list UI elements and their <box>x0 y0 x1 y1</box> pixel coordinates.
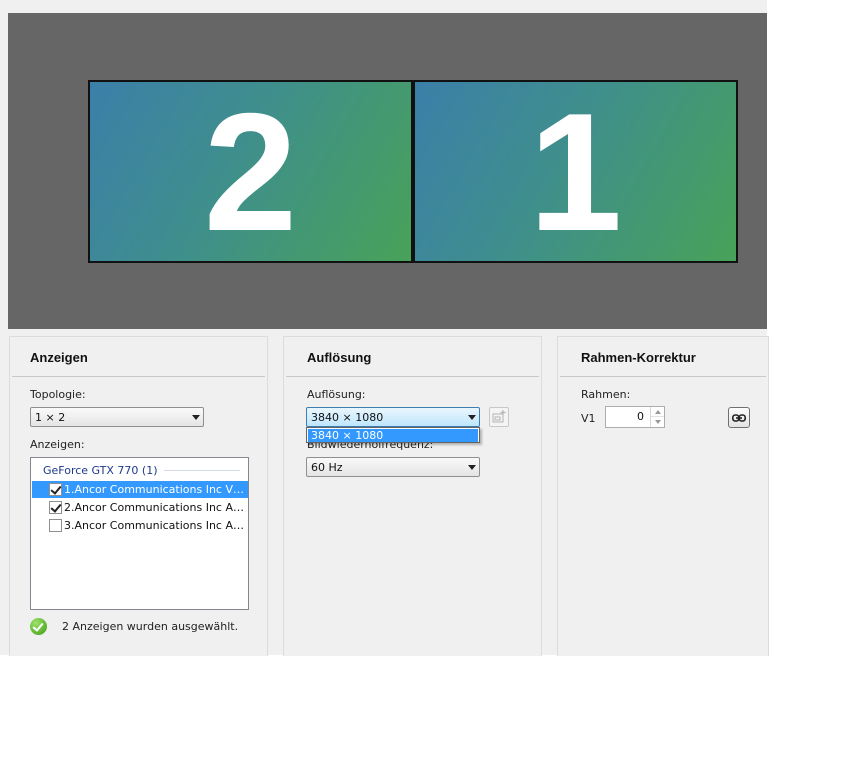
v1-label: V1 <box>581 412 596 425</box>
gpu-group-header: GeForce GTX 770 (1) <box>43 463 240 477</box>
link-bezels-button[interactable] <box>728 407 750 428</box>
gpu-name: GeForce GTX 770 (1) <box>43 463 158 477</box>
v1-bezel-stepper[interactable]: 0 <box>605 406 665 428</box>
anzeigen-panel: Anzeigen Topologie: 1 × 2 Anzeigen: GeFo… <box>9 336 268 656</box>
divider <box>560 376 766 377</box>
resolution-dropdown-list: 3840 × 1080 <box>306 427 480 443</box>
monitor-number: 2 <box>203 80 298 263</box>
display-row-3[interactable]: 3.Ancor Communications Inc ASUS ... <box>32 517 248 534</box>
custom-resolution-icon <box>492 410 506 423</box>
dropdown-arrow-icon <box>465 408 479 426</box>
topologie-label: Topologie: <box>30 388 86 401</box>
panel-title: Anzeigen <box>30 350 88 365</box>
display-label: 1.Ancor Communications Inc VS278 <box>64 483 248 496</box>
stepper-buttons <box>650 407 664 427</box>
display-checkbox-3[interactable] <box>49 519 62 532</box>
dropdown-arrow-icon <box>189 408 203 426</box>
rahmen-korrektur-panel: Rahmen-Korrektur Rahmen: V1 0 <box>557 336 769 656</box>
link-icon <box>732 413 746 422</box>
display-row-1[interactable]: 1.Ancor Communications Inc VS278 <box>32 481 248 498</box>
status-text: 2 Anzeigen wurden ausgewählt. <box>62 620 239 633</box>
display-row-2[interactable]: 2.Ancor Communications Inc ASUS ... <box>32 499 248 516</box>
topologie-select[interactable]: 1 × 2 <box>30 407 204 427</box>
custom-resolution-button[interactable] <box>489 407 509 427</box>
spin-up-icon[interactable] <box>651 407 664 417</box>
display-label: 3.Ancor Communications Inc ASUS ... <box>64 519 248 532</box>
aufloesung-label: Auflösung: <box>307 388 366 401</box>
display-arrangement-preview: 2 1 <box>8 13 767 329</box>
checkmark-status-icon <box>30 618 47 635</box>
resolution-value: 3840 × 1080 <box>311 410 384 424</box>
rahmen-label: Rahmen: <box>581 388 631 401</box>
topologie-value: 1 × 2 <box>35 410 66 424</box>
refresh-rate-value: 60 Hz <box>311 460 343 474</box>
resolution-option[interactable]: 3840 × 1080 <box>308 429 478 442</box>
aufloesung-panel: Auflösung Auflösung: Bildwiederholfreque… <box>283 336 542 656</box>
monitor-number: 1 <box>528 80 623 263</box>
monitor-preview-1[interactable]: 1 <box>413 80 738 263</box>
monitor-preview-2[interactable]: 2 <box>88 80 413 263</box>
divider <box>286 376 539 377</box>
v1-value: 0 <box>637 410 644 423</box>
panel-title: Rahmen-Korrektur <box>581 350 696 365</box>
divider <box>12 376 265 377</box>
resolution-select[interactable]: 3840 × 1080 <box>306 407 480 427</box>
spin-down-icon[interactable] <box>651 417 664 427</box>
panel-title: Auflösung <box>307 350 372 365</box>
divider <box>163 469 240 471</box>
dropdown-arrow-icon <box>465 458 479 476</box>
refresh-rate-select[interactable]: 60 Hz <box>306 457 480 477</box>
nvidia-surround-config: 2 1 Anzeigen Topologie: 1 × 2 Anzeigen: … <box>0 0 769 656</box>
display-checkbox-2[interactable] <box>49 501 62 514</box>
display-checkbox-1[interactable] <box>49 483 62 496</box>
anzeigen-label: Anzeigen: <box>30 438 85 451</box>
display-label: 2.Ancor Communications Inc ASUS ... <box>64 501 248 514</box>
display-list[interactable]: GeForce GTX 770 (1) 1.Ancor Communicatio… <box>30 457 249 610</box>
